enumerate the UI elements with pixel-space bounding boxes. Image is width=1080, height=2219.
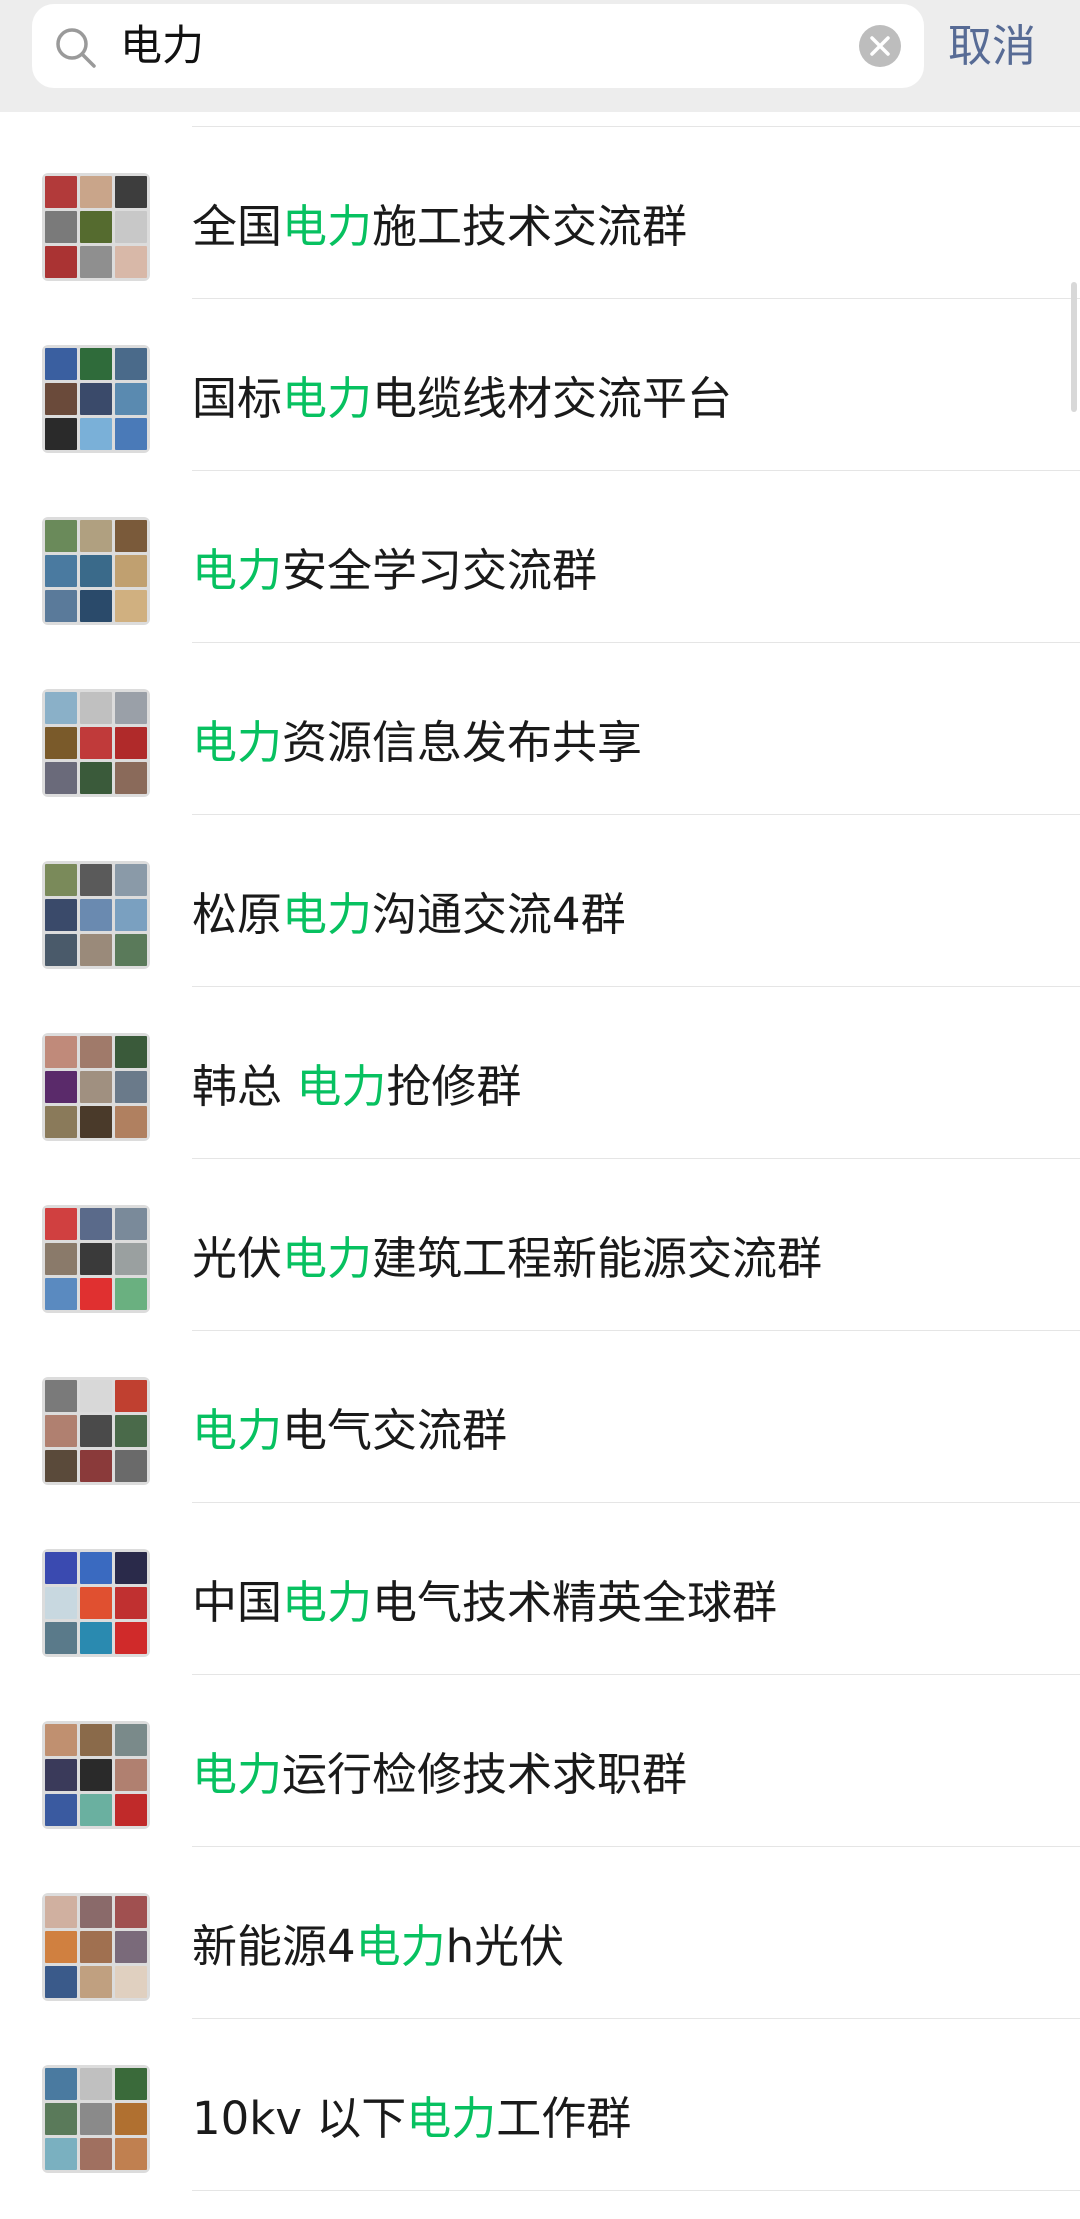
group-name: 韩总 电力抢修群: [192, 1049, 521, 1125]
group-name: 10kv 以下电力工作群: [192, 2081, 631, 2157]
list-item[interactable]: 电力安全学习交流群: [0, 471, 1080, 643]
group-name-suffix: 沟通交流4群: [372, 888, 626, 941]
group-name-prefix: 新能源4: [192, 1920, 356, 1973]
group-name-prefix: 国标: [192, 372, 283, 425]
group-avatar: [42, 1893, 150, 2001]
group-name: 全国电力施工技术交流群: [192, 189, 687, 265]
keyword-highlight: 电力: [282, 372, 373, 425]
list-item[interactable]: 10kv 以下电力工作群: [0, 2019, 1080, 2191]
keyword-highlight: 电力: [282, 200, 373, 253]
group-name: 电力运行检修技术求职群: [192, 1737, 687, 1813]
search-box[interactable]: 电力: [32, 4, 924, 88]
search-header: 电力 取消: [0, 0, 1080, 112]
group-avatar: [42, 173, 150, 281]
keyword-highlight: 电力: [282, 1576, 373, 1629]
keyword-highlight: 电力: [282, 1232, 373, 1285]
keyword-highlight: 电力: [355, 1920, 446, 1973]
keyword-highlight: 电力: [282, 888, 373, 941]
group-avatar: [42, 861, 150, 969]
group-name-suffix: h光伏: [445, 1920, 565, 1973]
keyword-highlight: 电力: [192, 1404, 283, 1457]
list-item[interactable]: 全国电力施工技术交流群: [0, 127, 1080, 299]
group-name-prefix: 全国: [192, 200, 283, 253]
group-avatar: [42, 1205, 150, 1313]
group-name-suffix: 建筑工程新能源交流群: [372, 1232, 823, 1285]
clear-icon[interactable]: [858, 24, 902, 68]
group-name-suffix: 电气交流群: [282, 1404, 508, 1457]
group-avatar: [42, 2065, 150, 2173]
group-name: 新能源4电力h光伏: [192, 1909, 564, 1985]
group-avatar: [42, 517, 150, 625]
group-name-suffix: 安全学习交流群: [282, 544, 598, 597]
list-item[interactable]: 新能源4电力h光伏: [0, 1847, 1080, 2019]
group-name-suffix: 工作群: [496, 2092, 632, 2145]
list-item[interactable]: 电力运行检修技术求职群: [0, 1675, 1080, 1847]
keyword-highlight: 电力: [192, 1748, 283, 1801]
group-name-suffix: 电气技术精英全球群: [372, 1576, 778, 1629]
group-name: 国标电力电缆线材交流平台: [192, 361, 732, 437]
cancel-button[interactable]: 取消: [948, 12, 1036, 82]
group-name-prefix: 中国: [192, 1576, 283, 1629]
list-item[interactable]: 光伏电力建筑工程新能源交流群: [0, 1159, 1080, 1331]
divider: [192, 2190, 1080, 2191]
scrollbar[interactable]: [1071, 282, 1077, 412]
group-name: 松原电力沟通交流4群: [192, 877, 626, 953]
keyword-highlight: 电力: [406, 2092, 497, 2145]
list-item[interactable]: 松原电力沟通交流4群: [0, 815, 1080, 987]
search-input[interactable]: 电力: [120, 18, 204, 74]
group-name-suffix: 抢修群: [386, 1060, 522, 1113]
group-name: 电力电气交流群: [192, 1393, 507, 1469]
group-name: 中国电力电气技术精英全球群: [192, 1565, 777, 1641]
group-avatar: [42, 1549, 150, 1657]
list-item[interactable]: 韩总 电力抢修群: [0, 987, 1080, 1159]
group-name-suffix: 运行检修技术求职群: [282, 1748, 688, 1801]
group-name-prefix: 韩总: [192, 1060, 297, 1113]
search-results-list: 全国电力施工技术交流群 国标电力电缆线材交流平台 电力安全学习交流群 电力资源信息发布…: [0, 112, 1080, 2219]
group-name-suffix: 资源信息发布共享: [282, 716, 643, 769]
group-avatar: [42, 345, 150, 453]
group-name-prefix: 松原: [192, 888, 283, 941]
group-avatar: [42, 1033, 150, 1141]
keyword-highlight: 电力: [296, 1060, 387, 1113]
group-name-suffix: 电缆线材交流平台: [372, 372, 733, 425]
keyword-highlight: 电力: [192, 544, 283, 597]
list-item[interactable]: 电力电气交流群: [0, 1331, 1080, 1503]
keyword-highlight: 电力: [192, 716, 283, 769]
list-item[interactable]: 国标电力电缆线材交流平台: [0, 299, 1080, 471]
group-avatar: [42, 1377, 150, 1485]
search-icon: [56, 28, 96, 68]
group-avatar: [42, 689, 150, 797]
list-item[interactable]: 中国电力电气技术精英全球群: [0, 1503, 1080, 1675]
group-name: 电力安全学习交流群: [192, 533, 597, 609]
group-name-suffix: 施工技术交流群: [372, 200, 688, 253]
group-name: 光伏电力建筑工程新能源交流群: [192, 1221, 822, 1297]
group-name: 电力资源信息发布共享: [192, 705, 642, 781]
list-item[interactable]: 电力资源信息发布共享: [0, 643, 1080, 815]
group-name-prefix: 10kv 以下: [192, 2092, 407, 2145]
group-name-prefix: 光伏: [192, 1232, 283, 1285]
group-avatar: [42, 1721, 150, 1829]
